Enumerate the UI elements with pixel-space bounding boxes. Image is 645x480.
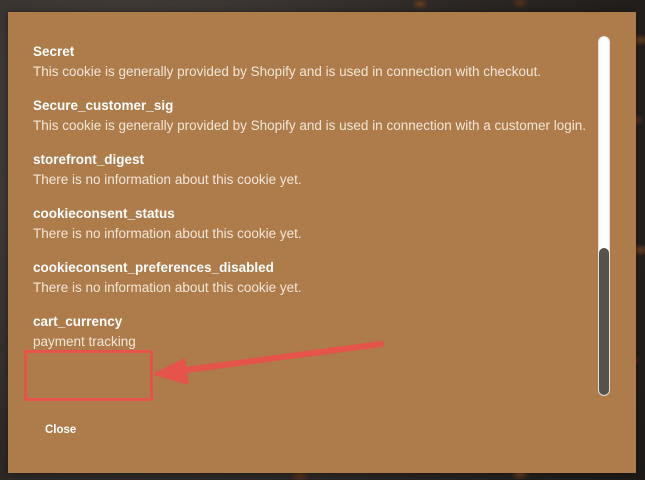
cookie-description: payment tracking	[33, 334, 136, 349]
cookie-item-cookieconsent-status: cookieconsent_status There is no informa…	[33, 204, 598, 244]
cookie-name: Secret	[33, 44, 75, 59]
cookie-name: Secure_customer_sig	[33, 98, 174, 113]
cookie-item-storefront-digest: storefront_digest There is no informatio…	[33, 150, 598, 190]
cookie-description: There is no information about this cooki…	[33, 280, 302, 295]
annotation-highlight-box	[24, 350, 153, 401]
cookie-name: storefront_digest	[33, 152, 145, 167]
scrollbar-track[interactable]	[598, 36, 610, 396]
cookie-item-cookieconsent-preferences-disabled: cookieconsent_preferences_disabled There…	[33, 258, 598, 298]
close-button[interactable]: Close	[45, 424, 76, 436]
cookie-description: There is no information about this cooki…	[33, 226, 302, 241]
cookie-item-secure-customer-sig: Secure_customer_sig This cookie is gener…	[33, 96, 598, 136]
cookie-name: cookieconsent_preferences_disabled	[33, 260, 274, 275]
cookie-item-cart-currency: cart_currency payment tracking	[33, 312, 598, 352]
cookie-details-modal: Secret This cookie is generally provided…	[8, 12, 636, 473]
scrollbar-thumb[interactable]	[599, 248, 609, 395]
cookie-item-secret: Secret This cookie is generally provided…	[33, 42, 598, 82]
cookie-list: Secret This cookie is generally provided…	[33, 42, 598, 366]
cookie-description: This cookie is generally provided by Sho…	[33, 64, 542, 79]
cookie-description: There is no information about this cooki…	[33, 172, 302, 187]
cookie-description: This cookie is generally provided by Sho…	[33, 118, 587, 133]
cookie-name: cart_currency	[33, 314, 123, 329]
cookie-name: cookieconsent_status	[33, 206, 175, 221]
